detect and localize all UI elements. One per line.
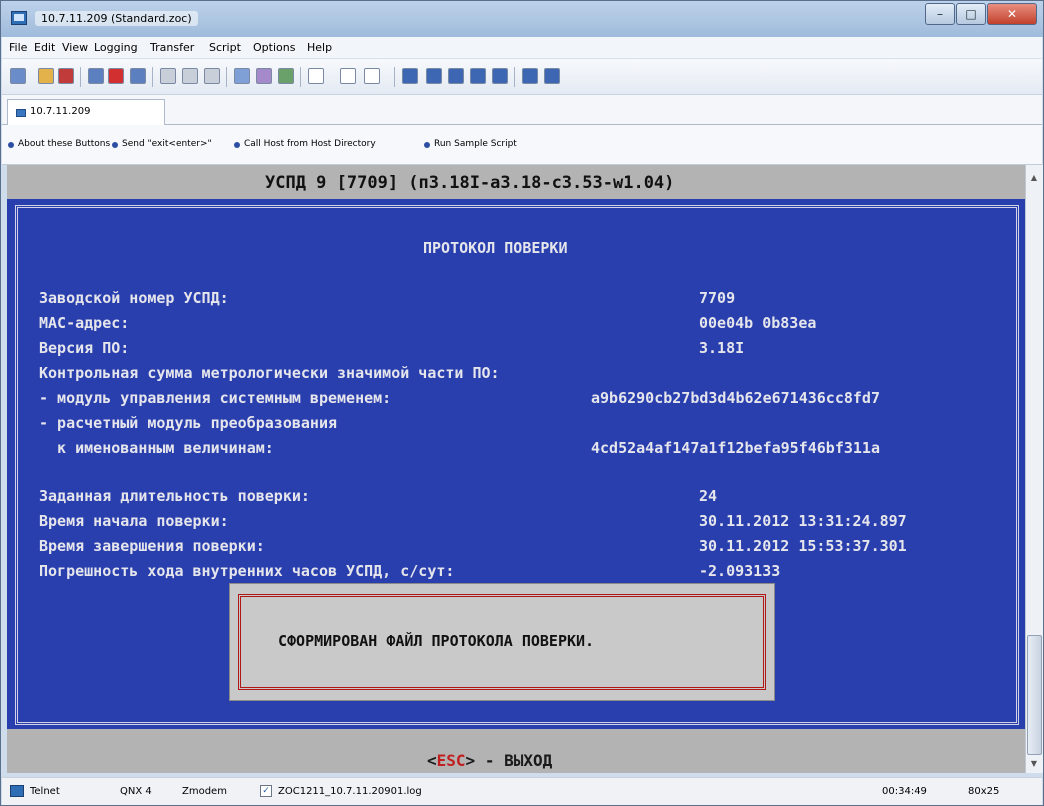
connect-icon[interactable] <box>88 68 104 84</box>
print-icon[interactable] <box>204 68 220 84</box>
open-folder-icon[interactable] <box>38 68 54 84</box>
monitor-icon[interactable] <box>544 68 560 84</box>
line-label: Заводской номер УСПД: <box>39 289 229 307</box>
log-file-status[interactable]: ZOC1211_10.7.11.20901.log <box>278 786 422 797</box>
esc-open-bracket: < <box>427 751 437 770</box>
redial-icon[interactable] <box>130 68 146 84</box>
line-value: 00e04b 0b83ea <box>699 314 817 332</box>
logging-checkbox[interactable]: ✓ <box>260 785 272 797</box>
line-value: a9b6290cb27bd3d4b62e671436cc8fd7 <box>591 389 880 407</box>
edit-icon[interactable] <box>256 68 272 84</box>
telnet-icon <box>10 785 24 797</box>
emulation-status[interactable]: Telnet <box>30 786 60 797</box>
esc-close-bracket: > <box>465 751 476 770</box>
device-header: УСПД 9 [7709] (п3.18I-а3.18-с3.53-w1.04) <box>265 173 675 193</box>
terminal-header: УСПД 9 [7709] (п3.18I-а3.18-с3.53-w1.04) <box>7 165 1025 199</box>
menu-script[interactable]: Script <box>209 41 241 54</box>
terminal-type-status[interactable]: QNX 4 <box>120 786 152 797</box>
terminal-icon <box>16 109 26 117</box>
terminal-size: 80x25 <box>968 786 1000 797</box>
toolbar-separator <box>300 67 301 87</box>
options-icon[interactable] <box>402 68 418 84</box>
scroll-down-icon[interactable]: ▼ <box>1029 759 1039 768</box>
call-host-button[interactable]: Call Host from Host Directory <box>234 139 376 149</box>
app-icon[interactable] <box>11 11 27 25</box>
toolbar-separator <box>152 67 153 87</box>
tab-label: 10.7.11.209 <box>30 106 91 117</box>
settings-icon[interactable] <box>522 68 538 84</box>
toolbar-separator <box>394 67 395 87</box>
tab-session[interactable]: 10.7.11.209 <box>7 99 165 125</box>
grid-icon[interactable] <box>492 68 508 84</box>
line-value: 3.18I <box>699 339 745 357</box>
script-edit-icon[interactable] <box>364 68 380 84</box>
line-value: 24 <box>699 487 718 505</box>
upload-icon[interactable] <box>234 68 250 84</box>
minimize-button[interactable]: – <box>925 3 955 25</box>
message-dialog[interactable]: СФОРМИРОВАН ФАЙЛ ПРОТОКОЛА ПОВЕРКИ. <box>229 583 775 701</box>
app-window: 10.7.11.209 (Standard.zoc) – □ ✕ File Ed… <box>0 0 1044 806</box>
scroll-up-icon[interactable]: ▲ <box>1029 173 1039 182</box>
menu-options[interactable]: Options <box>253 41 295 54</box>
menu-bar: File Edit View Logging Transfer Script O… <box>2 37 1042 59</box>
line-label: Время завершения поверки: <box>39 537 265 555</box>
line-value: 30.11.2012 15:53:37.301 <box>699 537 907 555</box>
about-buttons-button[interactable]: About these Buttons <box>8 139 110 149</box>
line-label: Погрешность хода внутренних часов УСПД, … <box>39 562 455 580</box>
line-label: MAC-адрес: <box>39 314 130 332</box>
maximize-button[interactable]: □ <box>956 3 986 25</box>
line-label: - модуль управления системным временем: <box>39 389 392 407</box>
chart-icon[interactable] <box>448 68 464 84</box>
download-icon[interactable] <box>278 68 294 84</box>
toolbar <box>2 59 1042 95</box>
paste-icon[interactable] <box>182 68 198 84</box>
find-icon[interactable] <box>426 68 442 84</box>
keyboard-icon[interactable] <box>470 68 486 84</box>
line-value: 30.11.2012 13:31:24.897 <box>699 512 907 530</box>
session-time: 00:34:49 <box>882 786 927 797</box>
new-session-icon[interactable] <box>10 68 26 84</box>
menu-transfer[interactable]: Transfer <box>150 41 194 54</box>
line-label: Контрольная сумма метрологически значимо… <box>39 364 500 382</box>
script-run-icon[interactable] <box>308 68 324 84</box>
window-title: 10.7.11.209 (Standard.zoc) <box>35 11 198 26</box>
status-bar: Telnet QNX 4 Zmodem ✓ ZOC1211_10.7.11.20… <box>2 777 1042 805</box>
toolbar-separator <box>226 67 227 87</box>
line-value: 7709 <box>699 289 736 307</box>
transfer-status[interactable]: Zmodem <box>182 786 227 797</box>
close-button[interactable]: ✕ <box>987 3 1037 25</box>
terminal-screen[interactable]: УСПД 9 [7709] (п3.18I-а3.18-с3.53-w1.04)… <box>7 165 1025 773</box>
line-label: Заданная длительность поверки: <box>39 487 310 505</box>
session-tab-bar: 10.7.11.209 <box>2 95 1042 125</box>
send-exit-button[interactable]: Send "exit<enter>" <box>112 139 212 149</box>
line-label: Время начала поверки: <box>39 512 229 530</box>
line-label: к именованным величинам: <box>39 439 274 457</box>
esc-exit-hint[interactable]: <ESC> - ВЫХОД <box>427 751 552 770</box>
menu-edit[interactable]: Edit <box>34 41 55 54</box>
esc-key: ESC <box>436 751 466 770</box>
protocol-heading: ПРОТОКОЛ ПОВЕРКИ <box>423 239 568 257</box>
dialog-message: СФОРМИРОВАН ФАЙЛ ПРОТОКОЛА ПОВЕРКИ. <box>278 632 595 650</box>
toolbar-separator <box>514 67 515 87</box>
exit-label: - ВЫХОД <box>475 751 553 770</box>
line-label: - расчетный модуль преобразования <box>39 414 338 432</box>
line-value: 4cd52a4af147a1f12befa95f46bf311a <box>591 439 880 457</box>
host-directory-icon[interactable] <box>58 68 74 84</box>
line-label: Версия ПО: <box>39 339 130 357</box>
toolbar-separator <box>80 67 81 87</box>
script-stop-icon[interactable] <box>340 68 356 84</box>
user-button-bar: About these Buttons Send "exit<enter>" C… <box>2 125 1042 165</box>
copy-icon[interactable] <box>160 68 176 84</box>
scroll-thumb[interactable] <box>1027 635 1042 755</box>
menu-logging[interactable]: Logging <box>94 41 138 54</box>
vertical-scrollbar[interactable]: ▲ ▼ <box>1025 165 1043 773</box>
line-value: -2.093133 <box>699 562 781 580</box>
menu-file[interactable]: File <box>9 41 27 54</box>
title-bar[interactable]: 10.7.11.209 (Standard.zoc) – □ ✕ <box>1 1 1043 37</box>
run-sample-script-button[interactable]: Run Sample Script <box>424 139 517 149</box>
terminal-footer: <ESC> - ВЫХОД <box>7 729 1025 773</box>
disconnect-icon[interactable] <box>108 68 124 84</box>
menu-view[interactable]: View <box>62 41 88 54</box>
menu-help[interactable]: Help <box>307 41 332 54</box>
